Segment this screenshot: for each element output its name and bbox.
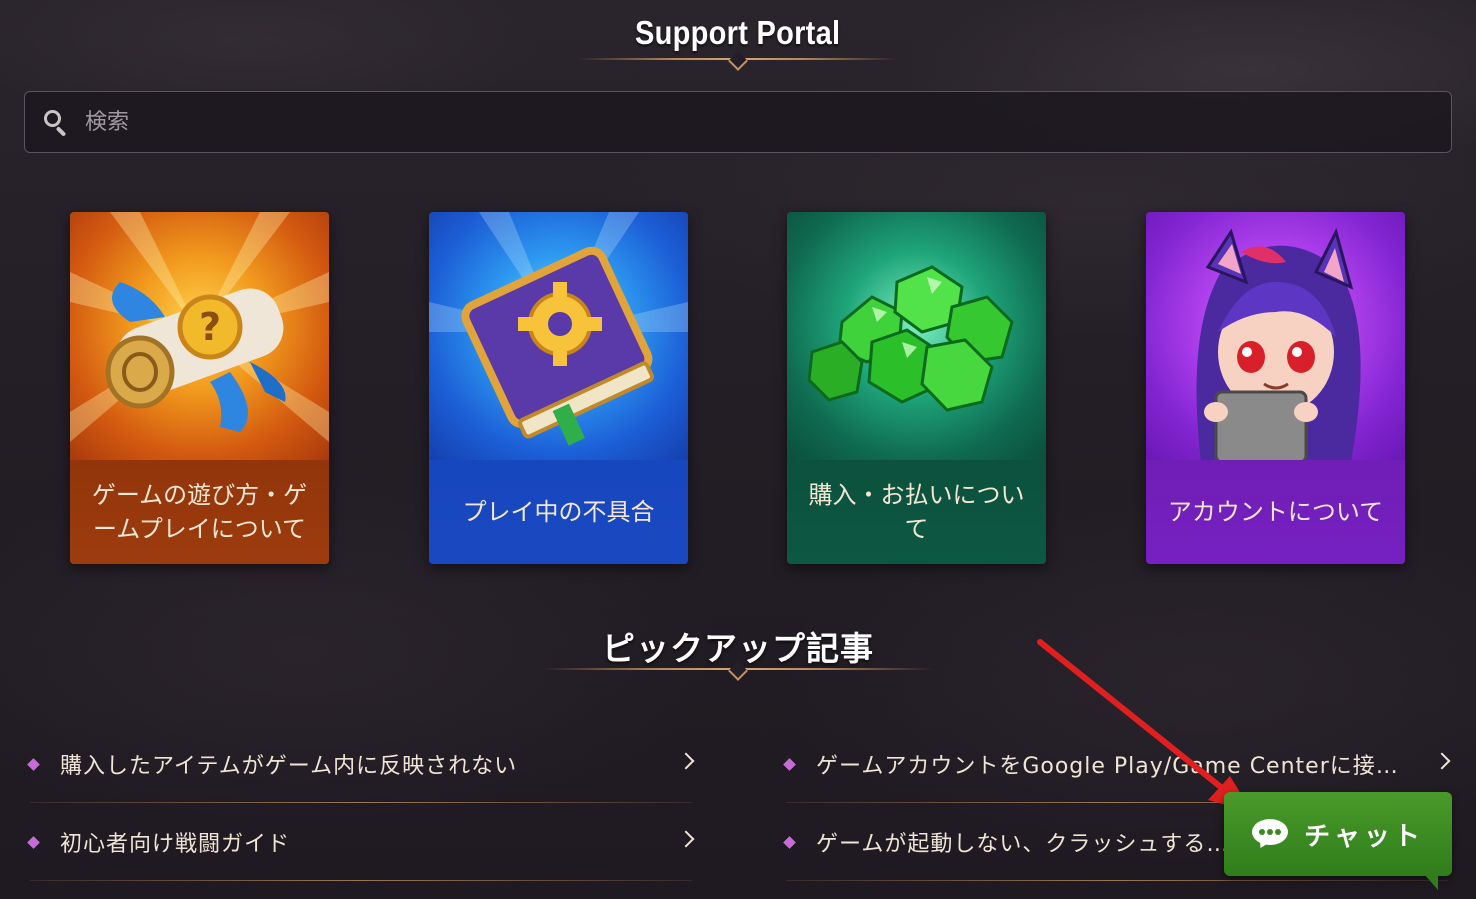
bullet-icon <box>27 757 40 771</box>
gear-book-icon <box>429 212 688 460</box>
category-label: プレイ中の不具合 <box>429 460 688 564</box>
chat-button[interactable]: チャット <box>1224 792 1452 890</box>
article-title: 購入したアイテムがゲーム内に反映されない <box>60 754 518 779</box>
article-link[interactable]: 初心者向け戦闘ガイド <box>0 803 695 881</box>
header: Support Portal <box>0 14 1476 52</box>
category-card-bugs[interactable]: プレイ中の不具合 <box>429 212 688 564</box>
article-divider <box>786 880 1448 881</box>
chevron-right-icon <box>677 830 695 848</box>
bullet-icon <box>783 757 796 771</box>
svg-text:?: ? <box>199 305 221 349</box>
article-divider <box>30 880 692 881</box>
search-input[interactable] <box>85 109 1385 135</box>
gems-icon <box>787 212 1046 460</box>
search-icon <box>41 107 71 137</box>
category-label: ゲームの遊び方・ゲームプレイについて <box>70 460 329 564</box>
page-title: Support Portal <box>635 14 841 51</box>
character-avatar-icon <box>1146 212 1405 460</box>
bullet-icon <box>783 835 796 849</box>
category-label: アカウントについて <box>1146 460 1405 564</box>
chat-label: チャット <box>1304 821 1424 852</box>
article-link[interactable]: 購入したアイテムがゲーム内に反映されない <box>0 725 695 803</box>
search-bar[interactable] <box>24 91 1452 153</box>
quest-scroll-icon: ? <box>70 212 329 460</box>
category-label: 購入・お払いについて <box>787 460 1046 564</box>
bullet-icon <box>27 835 40 849</box>
category-card-purchase[interactable]: 購入・お払いについて <box>787 212 1046 564</box>
category-card-account[interactable]: アカウントについて <box>1146 212 1405 564</box>
chat-bubble-icon <box>1252 819 1290 851</box>
category-card-gameplay[interactable]: ? ゲームの遊び方・ゲームプレイについて <box>70 212 329 564</box>
article-title: ゲームアカウントをGoogle Play/Game Centerに接続する… <box>816 754 1416 779</box>
chevron-right-icon <box>677 752 695 770</box>
chat-button-tail <box>1424 874 1438 890</box>
article-title: 初心者向け戦闘ガイド <box>60 832 291 857</box>
chevron-right-icon <box>1433 752 1451 770</box>
